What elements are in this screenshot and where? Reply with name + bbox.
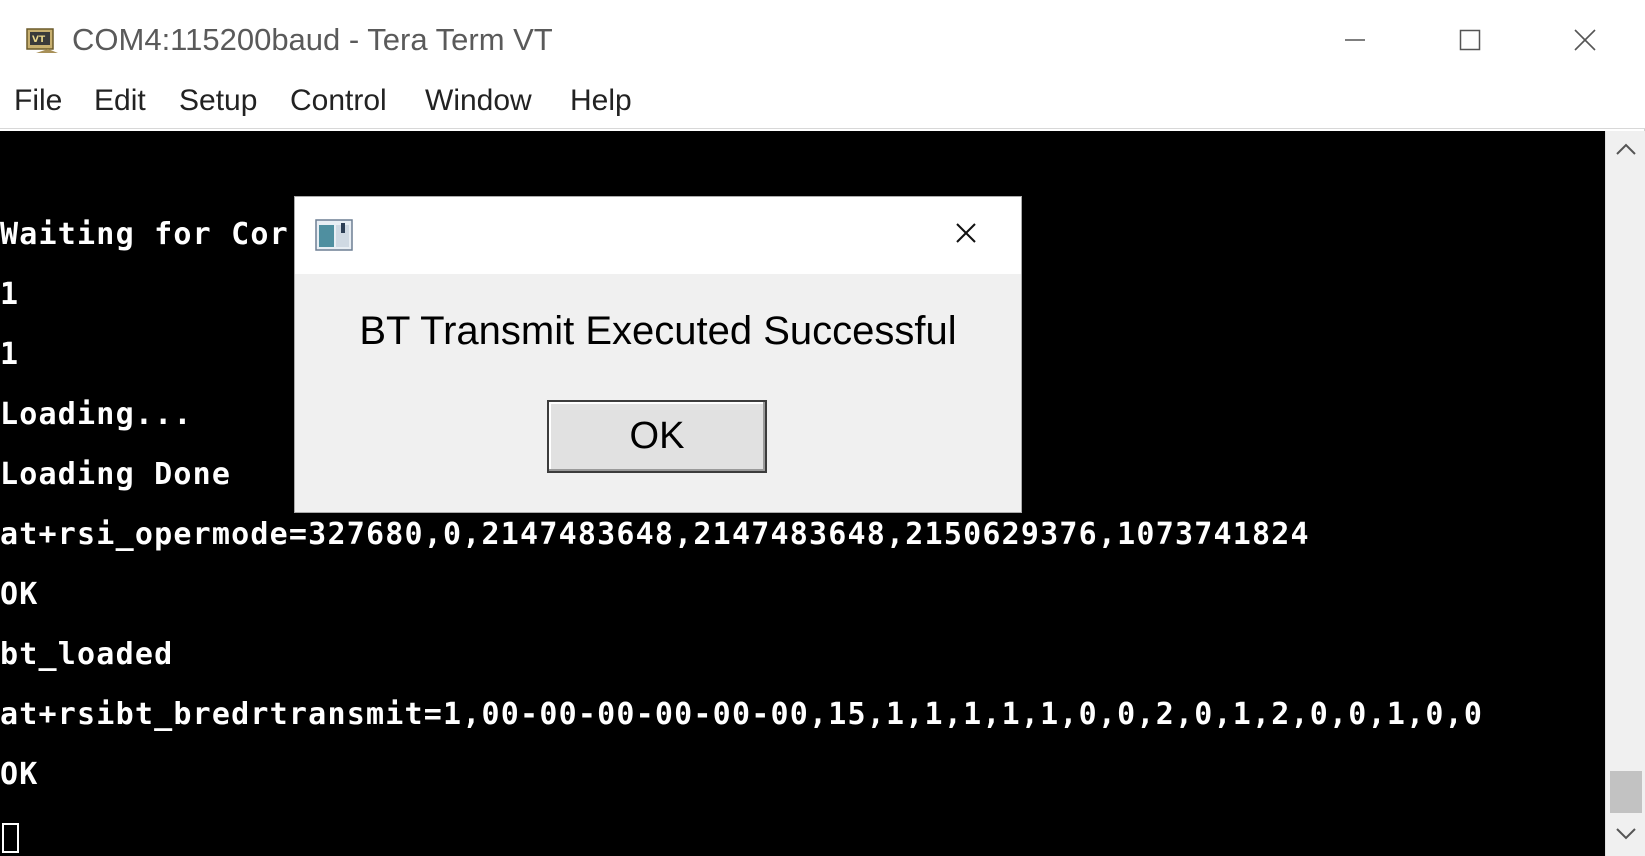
- menu-help[interactable]: Help: [570, 84, 632, 118]
- menu-bar: File Edit Setup Control Window Help: [0, 82, 1645, 129]
- chevron-up-icon: [1615, 142, 1637, 161]
- svg-text:VT: VT: [32, 35, 46, 45]
- close-button[interactable]: [1545, 12, 1625, 68]
- menu-setup[interactable]: Setup: [179, 84, 257, 118]
- dialog-close-button[interactable]: [946, 215, 986, 255]
- terminal-line: Loading...: [0, 397, 193, 432]
- terminal-line: 1: [0, 277, 20, 312]
- minimize-button[interactable]: [1315, 12, 1395, 68]
- message-dialog: BT Transmit Executed Successful OK: [294, 196, 1022, 513]
- close-icon: [1574, 29, 1596, 51]
- terminal-line: OK: [0, 577, 39, 612]
- menu-control[interactable]: Control: [290, 84, 387, 118]
- terminal-line: Loading Done: [0, 457, 232, 492]
- terminal-line: OK: [0, 757, 39, 792]
- vertical-scrollbar[interactable]: [1605, 131, 1645, 856]
- minimize-icon: [1344, 29, 1366, 51]
- maximize-icon: [1459, 29, 1481, 51]
- dialog-message: BT Transmit Executed Successful: [359, 309, 957, 353]
- terminal-line: at+rsi_opermode=327680,0,2147483648,2147…: [0, 517, 1310, 552]
- terminal-line: 1: [0, 337, 20, 372]
- menu-window[interactable]: Window: [425, 84, 532, 118]
- terminal-line: Waiting for Cor: [0, 217, 289, 252]
- menu-edit[interactable]: Edit: [94, 84, 146, 118]
- scroll-up-button[interactable]: [1606, 131, 1645, 171]
- terminal-line: at+rsibt_bredrtransmit=1,00-00-00-00-00-…: [0, 697, 1484, 732]
- scroll-thumb[interactable]: [1610, 771, 1642, 813]
- chevron-down-icon: [1615, 827, 1637, 846]
- window-app-icon: [315, 219, 355, 251]
- close-icon: [955, 222, 977, 249]
- teraterm-window: VT COM4:115200baud - Tera Term VT File E…: [0, 0, 1645, 856]
- maximize-button[interactable]: [1430, 12, 1510, 68]
- ok-button[interactable]: OK: [547, 400, 767, 473]
- terminal-line: bt_loaded: [0, 637, 174, 672]
- scroll-down-button[interactable]: [1606, 816, 1645, 856]
- menu-file[interactable]: File: [14, 84, 62, 118]
- window-title: COM4:115200baud - Tera Term VT: [72, 22, 553, 57]
- dialog-title-bar: [295, 197, 1021, 274]
- title-bar: VT COM4:115200baud - Tera Term VT: [0, 0, 1645, 82]
- terminal-cursor: [2, 823, 19, 853]
- teraterm-app-icon: VT: [26, 26, 60, 54]
